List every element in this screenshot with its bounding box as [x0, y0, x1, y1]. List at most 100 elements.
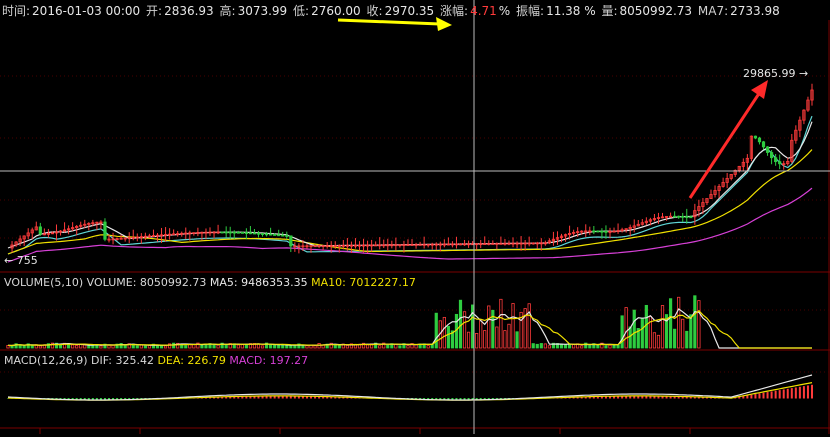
- volume-bar: [260, 345, 265, 349]
- macd-bar: [802, 386, 805, 399]
- volume-bar: [216, 344, 220, 349]
- volume-bar: [269, 344, 273, 349]
- dea-label: DEA:: [157, 354, 184, 367]
- volume-bar: [689, 314, 693, 349]
- macd-value: 197.27: [269, 354, 309, 367]
- macd-bar: [633, 396, 636, 399]
- macd-bar: [774, 390, 777, 399]
- volume-bar: [406, 345, 410, 349]
- macd-bar: [811, 384, 813, 399]
- volume-ma10-value: 7012227.17: [349, 276, 416, 289]
- macd-bar: [265, 396, 268, 399]
- kline-chart[interactable]: 时间: 2016-01-03 00:00 开: 2836.93 高: 3073.99 …: [0, 0, 830, 434]
- candle-body: [260, 233, 265, 235]
- volume-bar: [139, 344, 143, 349]
- volume-bar: [531, 343, 535, 349]
- macd-bar: [758, 393, 761, 399]
- candle-body: [264, 233, 269, 236]
- ma-white-line: [7, 121, 813, 249]
- volume-bar: [628, 326, 632, 349]
- macd-bar: [766, 392, 769, 399]
- volume-bar: [656, 334, 661, 349]
- volume-value: 8050992.73: [139, 276, 207, 289]
- candle-body: [269, 233, 273, 236]
- open-value: 2836.93: [164, 4, 214, 18]
- volume-bar: [563, 344, 568, 349]
- candle-body: [765, 146, 770, 153]
- volume-bars[interactable]: [6, 295, 701, 349]
- volume-bar: [386, 344, 390, 349]
- volume-bar: [163, 345, 168, 349]
- volume-bar: [365, 344, 370, 349]
- candle-body: [604, 230, 608, 233]
- volume-bar: [224, 344, 228, 349]
- volume-bar: [620, 315, 624, 349]
- volume-bar: [442, 316, 446, 349]
- macd-bar: [285, 396, 288, 399]
- volume-bar: [588, 345, 592, 349]
- volume-bar: [458, 299, 463, 349]
- volume-bar: [378, 345, 382, 349]
- candle-body: [103, 221, 107, 240]
- macd-bar: [637, 396, 640, 399]
- red-arrow-annotation: [688, 80, 768, 199]
- volume-bar: [200, 344, 204, 349]
- volume-bar: [677, 296, 681, 349]
- candle-body: [677, 215, 681, 218]
- candle-body: [761, 141, 766, 148]
- amplitude-value: 11.38 %: [546, 4, 596, 18]
- volume-bar: [693, 295, 697, 349]
- candle-body: [689, 216, 693, 219]
- candle-body: [596, 230, 600, 233]
- volume-bar: [236, 344, 240, 349]
- volume-bar: [446, 325, 450, 349]
- volume-bar: [580, 345, 584, 349]
- volume-bar: [668, 298, 673, 349]
- macd-bar: [806, 385, 809, 399]
- volume-bar: [499, 298, 503, 349]
- macd-bar: [257, 396, 260, 399]
- volume-bar: [487, 305, 491, 349]
- crosshair: [0, 0, 830, 434]
- volume-bar: [567, 344, 572, 349]
- candle-body: [244, 232, 248, 234]
- macd-bar: [657, 396, 660, 399]
- chart-canvas[interactable]: [0, 0, 830, 434]
- candle-body: [248, 232, 253, 235]
- macd-bar: [798, 386, 801, 399]
- volume-bar: [313, 345, 317, 349]
- volume-bar: [466, 331, 471, 349]
- volume-bar: [87, 345, 91, 349]
- volume-bar: [475, 333, 479, 349]
- price-grid: [0, 75, 830, 373]
- macd-bar: [293, 396, 296, 399]
- volume-bar: [71, 344, 75, 349]
- candle-body: [224, 231, 228, 234]
- macd-histogram: [7, 384, 813, 401]
- time-value: 2016-01-03 00:00: [32, 4, 141, 18]
- volume-bar: [305, 345, 309, 349]
- volume-bar: [337, 345, 341, 349]
- candle-body: [240, 231, 244, 234]
- volume-bar: [22, 345, 26, 349]
- volume-bar: [547, 345, 551, 349]
- volume-bar: [673, 328, 677, 349]
- amplitude-label: 振幅:: [516, 4, 545, 18]
- macd-title: MACD(12,26,9): [4, 354, 88, 367]
- candlesticks[interactable]: [10, 83, 814, 254]
- volume-bar: [333, 344, 337, 349]
- volume-bar: [123, 345, 127, 349]
- volume-bar: [83, 344, 87, 349]
- volume-ma10-label: MA10:: [311, 276, 346, 289]
- volume-bar: [604, 345, 608, 349]
- volume-bar: [184, 345, 188, 349]
- candle-body: [778, 161, 782, 165]
- volume-bar: [640, 317, 644, 349]
- volume-bar: [515, 331, 519, 349]
- macd-bar: [629, 396, 632, 399]
- candle-body: [769, 152, 774, 159]
- macd-bar: [281, 396, 284, 399]
- volume-bar: [644, 304, 648, 349]
- volume-bar: [652, 332, 657, 349]
- volume-bar: [535, 343, 539, 349]
